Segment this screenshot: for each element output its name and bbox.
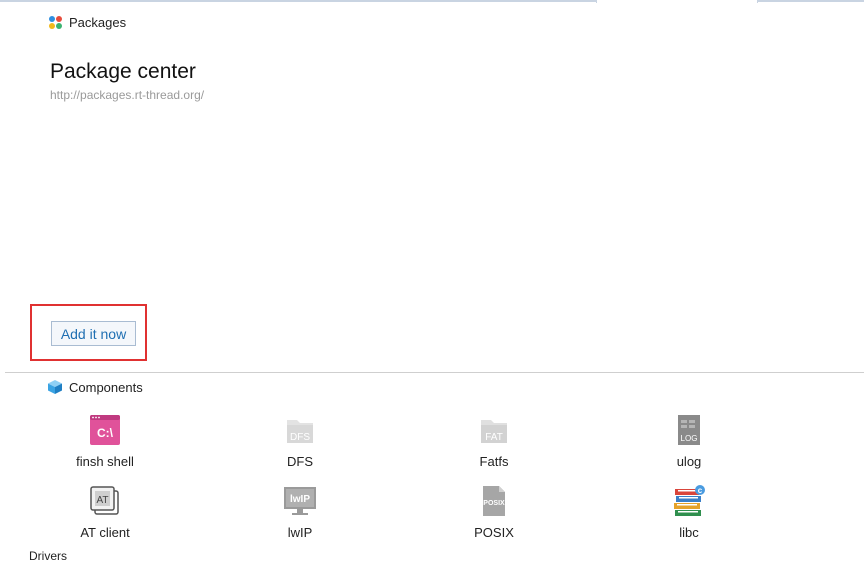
packages-icon <box>49 15 63 30</box>
section-divider <box>5 372 864 373</box>
dfs-icon: DFS <box>282 412 318 448</box>
libc-icon: c <box>671 483 707 519</box>
component-ulog[interactable]: LOG ulog <box>634 412 744 469</box>
component-label: POSIX <box>474 525 514 540</box>
posix-icon: POSIX <box>476 483 512 519</box>
component-label: DFS <box>287 454 313 469</box>
svg-text:LOG: LOG <box>681 434 698 443</box>
component-lwip[interactable]: lwIP lwIP <box>245 483 355 540</box>
component-finsh-shell[interactable]: C:\ finsh shell <box>50 412 160 469</box>
component-label: Fatfs <box>479 454 509 469</box>
component-label: ulog <box>676 454 702 469</box>
component-fatfs[interactable]: FAT Fatfs <box>439 412 549 469</box>
fatfs-icon: FAT <box>476 412 512 448</box>
finsh-shell-icon: C:\ <box>87 412 123 448</box>
svg-text:DFS: DFS <box>290 432 310 443</box>
svg-text:FAT: FAT <box>485 432 503 443</box>
page-title: Package center <box>50 60 196 83</box>
components-header-label: Components <box>69 379 143 395</box>
active-tab[interactable] <box>596 0 758 3</box>
component-posix[interactable]: POSIX POSIX <box>439 483 549 540</box>
svg-text:POSIX: POSIX <box>483 500 505 507</box>
packages-section-header: Packages <box>49 15 126 30</box>
lwip-icon: lwIP <box>282 483 318 519</box>
add-it-now-button[interactable]: Add it now <box>51 321 136 346</box>
component-dfs[interactable]: DFS DFS <box>245 412 355 469</box>
top-tab-strip <box>0 0 864 3</box>
ulog-icon: LOG <box>671 412 707 448</box>
at-client-icon: AT <box>87 483 123 519</box>
svg-text:C:\: C:\ <box>97 426 114 440</box>
package-center-url[interactable]: http://packages.rt-thread.org/ <box>50 88 204 102</box>
svg-text:AT: AT <box>96 495 108 506</box>
svg-text:lwIP: lwIP <box>290 494 310 505</box>
drivers-header-label: Drivers <box>29 549 67 563</box>
component-libc[interactable]: c libc <box>634 483 744 540</box>
component-label: libc <box>679 525 699 540</box>
packages-header-label: Packages <box>69 15 127 30</box>
components-section-header: Components <box>47 379 143 395</box>
component-label: finsh shell <box>76 454 134 469</box>
component-label: AT client <box>80 525 130 540</box>
components-icon <box>48 380 62 394</box>
svg-text:c: c <box>698 486 703 495</box>
component-label: lwIP <box>287 525 313 540</box>
component-at-client[interactable]: AT AT client <box>50 483 160 540</box>
